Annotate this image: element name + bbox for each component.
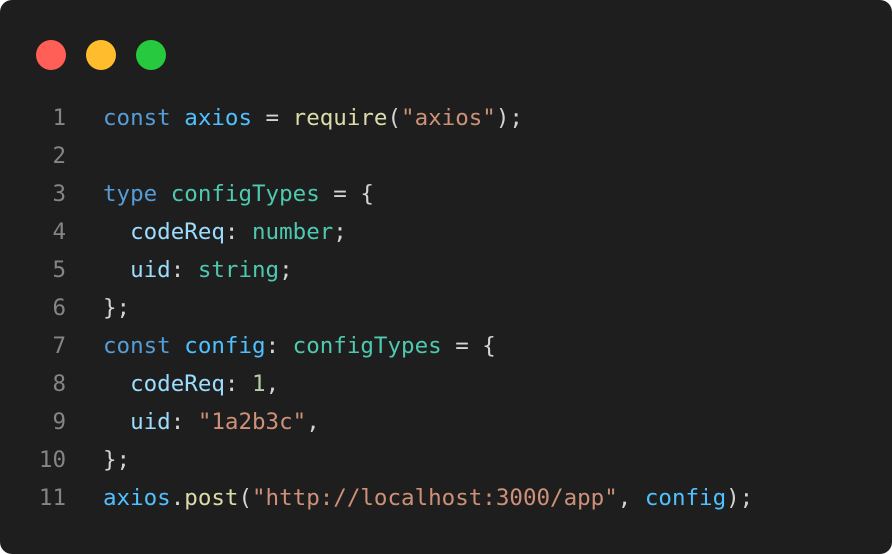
code-line: 10}; — [0, 441, 892, 479]
close-button[interactable] — [36, 40, 66, 70]
minimize-button[interactable] — [86, 40, 116, 70]
code-token-variable: config — [644, 485, 727, 511]
code-token-property: codeReq — [130, 219, 225, 245]
code-token-punctuation: = { — [441, 333, 496, 359]
code-token-punctuation: . — [170, 485, 185, 511]
code-token-type: configTypes — [292, 333, 442, 359]
code-token-function: require — [292, 105, 388, 131]
line-content: codeReq: number; — [66, 213, 347, 251]
line-number: 3 — [52, 181, 66, 207]
line-number: 2 — [52, 143, 66, 169]
code-token-type: configTypes — [170, 181, 320, 207]
code-token-property: uid — [130, 257, 171, 283]
line-content: type configTypes = { — [66, 175, 374, 213]
code-token-property: codeReq — [130, 371, 225, 397]
line-content: }; — [66, 441, 130, 479]
window-controls — [36, 40, 166, 70]
code-token-property: uid — [130, 409, 171, 435]
line-number: 1 — [52, 105, 66, 131]
line-content: }; — [66, 289, 130, 327]
line-content: uid: string; — [66, 251, 293, 289]
code-token-punctuation: ); — [495, 105, 523, 131]
code-token-variable: axios — [184, 105, 253, 131]
code-block: 1 const axios = require("axios"); 2 3 type c… — [0, 99, 892, 517]
line-number: 8 — [52, 371, 66, 397]
code-line: 7 const config: configTypes = { — [0, 327, 892, 365]
code-token-punctuation — [103, 409, 130, 435]
code-line: 3 type configTypes = { — [0, 175, 892, 213]
code-token-string: "axios" — [401, 105, 496, 131]
code-token-variable: config — [184, 333, 266, 359]
line-content — [66, 137, 103, 175]
code-token-keyword: const — [103, 105, 171, 131]
code-token-punctuation: : — [265, 333, 293, 359]
line-number: 9 — [52, 409, 66, 435]
line-number: 7 — [52, 333, 66, 359]
code-token-number: 1 — [252, 371, 266, 397]
code-token-type: number — [252, 219, 334, 245]
line-content: axios.post("http://localhost:3000/app", … — [66, 479, 753, 517]
code-token-punctuation: : — [170, 409, 198, 435]
code-token-string: "http://localhost:3000/app" — [252, 485, 618, 511]
code-token-punctuation: = — [252, 105, 293, 131]
line-number: 5 — [52, 257, 66, 283]
line-content: const axios = require("axios"); — [66, 99, 523, 137]
code-token-punctuation: , — [306, 409, 320, 435]
code-token-punctuation: : — [170, 257, 198, 283]
code-line: 1 const axios = require("axios"); — [0, 99, 892, 137]
code-token-punctuation: ( — [387, 105, 402, 131]
code-token-string: "1a2b3c" — [197, 409, 307, 435]
line-content: codeReq: 1, — [66, 365, 279, 403]
line-number: 11 — [38, 485, 66, 511]
line-content: const config: configTypes = { — [66, 327, 496, 365]
line-number: 4 — [52, 219, 66, 245]
code-token-punctuation — [103, 219, 130, 245]
code-token-punctuation: }; — [103, 447, 131, 473]
code-token-punctuation: ); — [726, 485, 754, 511]
code-token-punctuation — [171, 105, 185, 131]
code-token-punctuation: : — [224, 371, 253, 397]
code-token-punctuation: ( — [238, 485, 253, 511]
code-window: 1 const axios = require("axios"); 2 3 type c… — [0, 0, 892, 554]
code-token-punctuation: : — [224, 219, 253, 245]
code-token-punctuation: , — [265, 371, 280, 397]
code-line: 6}; — [0, 289, 892, 327]
code-token-variable: axios — [103, 485, 171, 511]
code-token-punctuation — [171, 333, 185, 359]
code-line: 8 codeReq: 1, — [0, 365, 892, 403]
code-token-punctuation: ; — [333, 219, 347, 245]
code-token-punctuation — [157, 181, 171, 207]
code-token-punctuation: }; — [103, 295, 131, 321]
code-token-punctuation: ; — [279, 257, 293, 283]
code-token-type: string — [197, 257, 280, 283]
code-line: 9 uid: "1a2b3c", — [0, 403, 892, 441]
code-token-keyword: const — [103, 333, 171, 359]
code-line: 11 axios.post("http://localhost:3000/app"… — [0, 479, 892, 517]
code-token-punctuation: = { — [319, 181, 374, 207]
line-number: 6 — [52, 295, 66, 321]
code-token-keyword: type — [103, 181, 158, 207]
code-line: 2 — [0, 137, 892, 175]
code-line: 4 codeReq: number; — [0, 213, 892, 251]
code-token-punctuation — [103, 371, 130, 397]
code-token-punctuation — [103, 257, 130, 283]
maximize-button[interactable] — [136, 40, 166, 70]
line-number: 10 — [38, 447, 66, 473]
line-content: uid: "1a2b3c", — [66, 403, 320, 441]
code-token-punctuation: , — [617, 485, 645, 511]
code-line: 5 uid: string; — [0, 251, 892, 289]
code-token-function: post — [184, 485, 239, 511]
